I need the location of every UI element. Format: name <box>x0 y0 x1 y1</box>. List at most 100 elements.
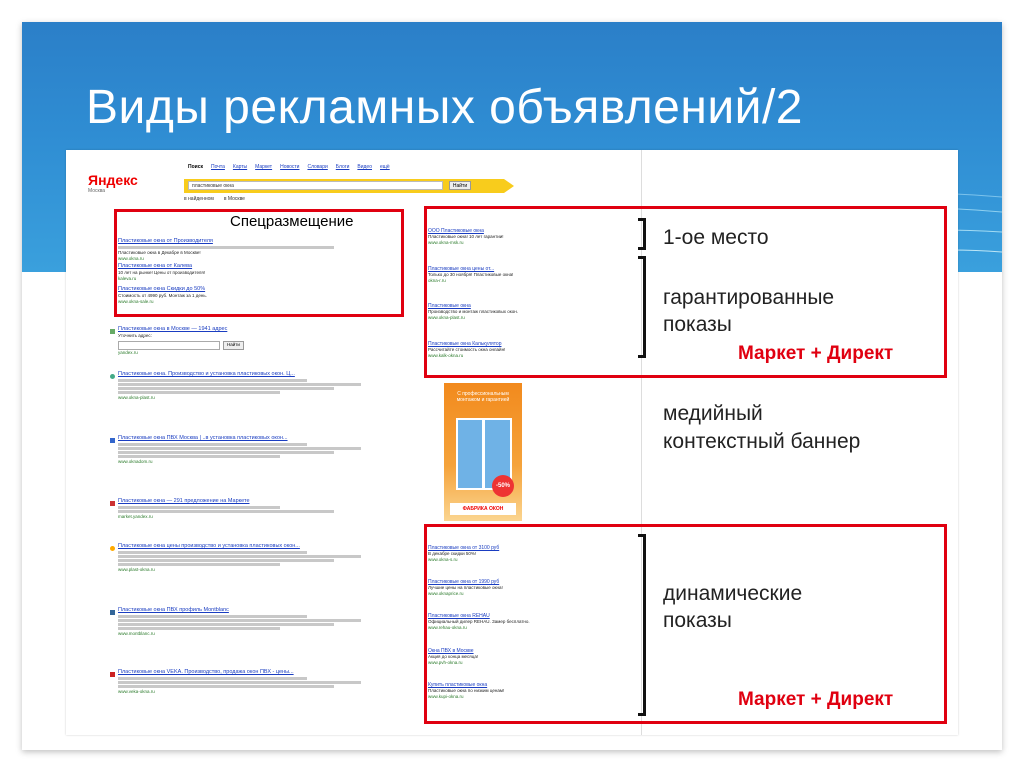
text-line <box>118 559 334 562</box>
result-favicon-icon <box>110 672 115 677</box>
media-banner-ad[interactable]: С профессиональным монтажом и гарантией … <box>444 383 522 521</box>
text-line <box>118 506 280 509</box>
spec-result[interactable]: Пластиковые окна Скидки до 50% Стоимость… <box>118 286 388 304</box>
spec-placement-label: Спецразмещение <box>228 213 356 230</box>
spec-result[interactable]: Пластиковые окна от Калева 10 лет на рын… <box>118 263 388 281</box>
label-guaranteed-line2: показы <box>663 313 732 336</box>
text-line <box>118 383 361 386</box>
organic-result[interactable]: Пластиковые окна цены производство и уст… <box>118 543 388 573</box>
organic-result[interactable]: Пластиковые окна VEKA. Производство, про… <box>118 669 388 695</box>
result-favicon-icon <box>110 610 115 615</box>
organic-result[interactable]: Пластиковые окна. Производство и установ… <box>118 371 388 401</box>
text-line <box>118 677 307 680</box>
banner-text: С профессиональным монтажом и гарантией <box>456 391 510 403</box>
result-title[interactable]: Пластиковые окна — 291 предложение на Ма… <box>118 498 388 505</box>
yandex-logo: Яндекс <box>88 172 138 188</box>
text-line <box>118 681 361 684</box>
result-title[interactable]: Пластиковые окна в Москве — 1941 адрес <box>118 326 388 333</box>
result-url[interactable]: www.okna-plast.ru <box>118 395 388 401</box>
result-url[interactable]: www.montblanc.ru <box>118 631 388 637</box>
label-market-direct-2: Маркет + Директ <box>738 689 894 710</box>
nav-search[interactable]: Поиск <box>188 164 203 170</box>
result-title[interactable]: Пластиковые окна VEKA. Производство, про… <box>118 669 388 676</box>
option-in-found[interactable]: в найденном <box>184 196 214 202</box>
map-url: yandex.ru <box>118 349 138 355</box>
nav-market[interactable]: Маркет <box>255 164 272 170</box>
address-find-button[interactable]: Найти <box>223 340 244 350</box>
text-line <box>118 510 334 513</box>
label-guaranteed-line1: гарантированные <box>663 286 835 309</box>
text-line <box>118 447 361 450</box>
label-media-line2: контекстный баннер <box>663 430 861 453</box>
region-label: Москва <box>88 188 106 194</box>
map-result[interactable]: Пластиковые окна в Москве — 1941 адрес У… <box>118 326 388 355</box>
text-line <box>118 627 280 630</box>
result-url[interactable]: www.veka-okna.ru <box>118 689 388 695</box>
result-title[interactable]: Пластиковые окна. Производство и установ… <box>118 371 388 378</box>
result-title[interactable]: Пластиковые окна ПВХ Москва | ..в устано… <box>118 435 388 442</box>
result-url[interactable]: market.yandex.ru <box>118 514 388 520</box>
nav-video[interactable]: Видео <box>357 164 372 170</box>
slide: Виды рекламных объявлений/2 Яндекс Москв… <box>22 22 1002 750</box>
result-title[interactable]: Пластиковые окна Скидки до 50% <box>118 286 388 293</box>
bracket-first-place <box>638 218 646 250</box>
screenshot-panel: Яндекс Москва Поиск Почта Карты Маркет Н… <box>66 150 958 735</box>
text-line <box>118 619 361 622</box>
result-title[interactable]: Пластиковые окна ПВХ профиль Montblanc <box>118 607 388 614</box>
nav-maps[interactable]: Карты <box>233 164 247 170</box>
result-favicon-icon <box>110 501 115 506</box>
text-line <box>118 391 280 394</box>
organic-result[interactable]: Пластиковые окна ПВХ профиль Montblanc w… <box>118 607 388 637</box>
text-line <box>118 451 334 454</box>
text-line <box>118 387 334 390</box>
nav-more[interactable]: ещё <box>380 164 390 170</box>
result-url[interactable]: www.okna-sale.ru <box>118 299 388 305</box>
nav-dict[interactable]: Словари <box>307 164 327 170</box>
result-url[interactable]: www.okna.ru <box>118 256 388 262</box>
result-url[interactable]: www.plast-okna.ru <box>118 567 388 573</box>
label-market-direct: Маркет + Директ <box>738 343 894 364</box>
option-in-moscow[interactable]: в Москве <box>224 196 245 202</box>
bracket-guaranteed <box>638 256 646 358</box>
text-line <box>118 563 280 566</box>
find-button[interactable]: Найти <box>449 181 471 190</box>
result-favicon-icon <box>110 438 115 443</box>
spec-result[interactable]: Пластиковые окна от Производителя Пласти… <box>118 238 388 261</box>
organic-result[interactable]: Пластиковые окна ПВХ Москва | ..в устано… <box>118 435 388 465</box>
label-dynamic-line2: показы <box>663 609 732 632</box>
label-first-place: 1-ое место <box>663 226 769 249</box>
text-line <box>118 455 280 458</box>
text-line <box>118 615 307 618</box>
result-url[interactable]: kaleva.ru <box>118 276 388 282</box>
slide-title: Виды рекламных объявлений/2 <box>86 81 803 134</box>
result-favicon-icon <box>110 374 115 379</box>
nav-news[interactable]: Новости <box>280 164 299 170</box>
text-line <box>118 246 334 249</box>
text-line <box>118 685 334 688</box>
text-line <box>118 443 307 446</box>
text-line <box>118 379 307 382</box>
top-nav: Поиск Почта Карты Маркет Новости Словари… <box>188 164 390 170</box>
label-media-line1: медийный <box>663 402 763 425</box>
nav-blogs[interactable]: Блоги <box>336 164 350 170</box>
banner-brand: ФАБРИКА ОКОН <box>450 503 516 515</box>
result-snippet: Уточнить адрес: <box>118 333 152 338</box>
result-url[interactable]: www.oknadom.ru <box>118 459 388 465</box>
sale-badge: -50% <box>492 475 514 497</box>
label-dynamic-line1: динамические <box>663 582 803 605</box>
address-input[interactable] <box>118 340 220 350</box>
result-title[interactable]: Пластиковые окна от Производителя <box>118 238 388 245</box>
bracket-dynamic <box>638 534 646 716</box>
result-title[interactable]: Пластиковые окна цены производство и уст… <box>118 543 388 550</box>
yandex-logo-text: Яндекс <box>88 172 138 188</box>
nav-mail[interactable]: Почта <box>211 164 225 170</box>
text-line <box>118 555 361 558</box>
text-line <box>118 551 307 554</box>
search-options: в найденном в Москве <box>184 196 245 202</box>
organic-result[interactable]: Пластиковые окна — 291 предложение на Ма… <box>118 498 388 520</box>
result-favicon-icon <box>110 546 115 551</box>
text-line <box>118 623 334 626</box>
search-input[interactable]: пластиковые окна <box>188 181 443 190</box>
map-icon <box>110 329 115 334</box>
result-title[interactable]: Пластиковые окна от Калева <box>118 263 388 270</box>
